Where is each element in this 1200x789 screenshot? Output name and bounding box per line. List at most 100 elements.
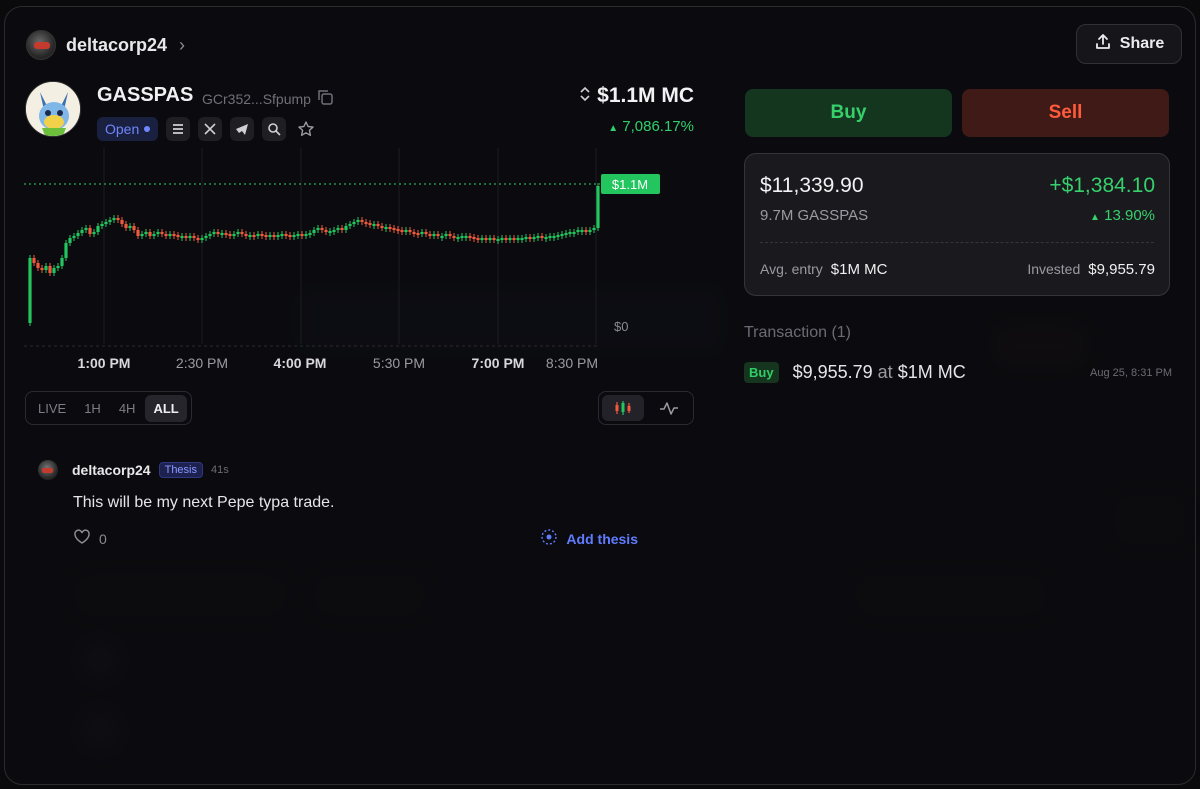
candle bbox=[304, 234, 308, 236]
candle bbox=[168, 234, 172, 236]
comment-text: This will be my next Pepe typa trade. bbox=[73, 494, 335, 511]
candle bbox=[136, 230, 140, 236]
comment-time: 41s bbox=[211, 464, 229, 476]
buy-button[interactable]: Buy bbox=[745, 89, 952, 137]
candle bbox=[512, 238, 516, 240]
comment-username[interactable]: deltacorp24 bbox=[72, 462, 151, 478]
candle bbox=[308, 233, 312, 235]
candle bbox=[408, 230, 412, 232]
candle bbox=[300, 234, 304, 236]
candle bbox=[180, 236, 184, 238]
candle bbox=[280, 234, 284, 236]
candle bbox=[292, 235, 296, 237]
candle bbox=[508, 238, 512, 240]
thesis-badge: Thesis bbox=[158, 462, 203, 478]
range-selector: LIVE 1H 4H ALL bbox=[25, 391, 192, 425]
candle bbox=[296, 234, 300, 236]
invested-label: Invested bbox=[1027, 261, 1081, 277]
candle bbox=[588, 230, 592, 232]
transaction-mc: $1M MC bbox=[897, 362, 966, 382]
candlestick-chart-button[interactable] bbox=[602, 395, 644, 421]
candle bbox=[252, 235, 256, 237]
invested-value: $9,955.79 bbox=[1088, 261, 1155, 278]
avg-entry: Avg. entry $1M MC bbox=[760, 261, 887, 278]
price-chart[interactable]: $1.1M $0 1:00 PM 2:30 PM 4:00 PM 5:30 PM 7:0… bbox=[24, 148, 696, 384]
token-address[interactable]: GCr352...Sfpump bbox=[202, 88, 334, 109]
sell-button[interactable]: Sell bbox=[962, 89, 1169, 137]
x-tick-label: 5:30 PM bbox=[373, 355, 425, 371]
candle bbox=[176, 235, 180, 237]
range-tab-live[interactable]: LIVE bbox=[30, 395, 74, 422]
candle bbox=[460, 236, 464, 238]
candle bbox=[44, 266, 48, 270]
candle bbox=[548, 236, 552, 238]
candle bbox=[324, 230, 328, 232]
add-thesis-icon bbox=[540, 528, 558, 549]
candle bbox=[368, 223, 372, 225]
range-tab-4h[interactable]: 4H bbox=[111, 395, 144, 422]
candle bbox=[160, 232, 164, 234]
zero-label: $0 bbox=[614, 319, 628, 334]
candle bbox=[536, 236, 540, 238]
candle bbox=[516, 238, 520, 240]
candle bbox=[352, 222, 356, 224]
candle bbox=[464, 236, 468, 238]
candle bbox=[52, 268, 56, 273]
avatar bbox=[26, 30, 56, 60]
line-chart-button[interactable] bbox=[648, 395, 690, 421]
candle bbox=[372, 224, 376, 226]
transaction-summary: $9,955.79 at $1M MC bbox=[793, 362, 966, 383]
price-tag: $1.1M bbox=[612, 177, 648, 192]
website-icon[interactable] bbox=[166, 117, 191, 141]
candle bbox=[228, 234, 232, 236]
candle bbox=[336, 228, 340, 230]
candle bbox=[360, 220, 364, 222]
candle bbox=[260, 234, 264, 236]
x-tick-label: 2:30 PM bbox=[176, 355, 228, 371]
comment-header: deltacorp24 Thesis 41s bbox=[38, 460, 658, 480]
candle bbox=[552, 236, 556, 238]
candle bbox=[248, 235, 252, 237]
position-pnl-percent-value: 13.90% bbox=[1104, 207, 1155, 224]
candle bbox=[472, 237, 476, 239]
like-count: 0 bbox=[99, 530, 107, 547]
profile-link[interactable]: deltacorp24 › bbox=[26, 30, 185, 60]
candle bbox=[80, 230, 84, 233]
position-value: $11,339.90 bbox=[760, 174, 864, 197]
status-badge: Open bbox=[97, 117, 159, 141]
status-label: Open bbox=[105, 121, 140, 137]
candle bbox=[288, 235, 292, 237]
range-tab-1h[interactable]: 1H bbox=[76, 395, 109, 422]
candle bbox=[328, 231, 332, 233]
candle bbox=[72, 236, 76, 238]
candle bbox=[92, 232, 96, 234]
candle bbox=[576, 230, 580, 232]
range-tab-all[interactable]: ALL bbox=[145, 394, 187, 422]
star-icon[interactable] bbox=[294, 117, 318, 141]
candle bbox=[212, 232, 216, 234]
candle bbox=[556, 235, 560, 237]
candle bbox=[376, 224, 380, 226]
candle bbox=[500, 238, 504, 240]
candle bbox=[356, 220, 360, 222]
search-icon[interactable] bbox=[262, 117, 287, 141]
add-thesis-button[interactable]: Add thesis bbox=[540, 528, 638, 549]
header-username: deltacorp24 bbox=[66, 34, 168, 55]
candle bbox=[332, 230, 336, 232]
candle bbox=[36, 263, 40, 268]
x-twitter-icon[interactable] bbox=[198, 117, 223, 141]
candle bbox=[68, 238, 72, 243]
candle bbox=[96, 226, 100, 232]
candle bbox=[272, 235, 276, 237]
candle bbox=[412, 232, 416, 234]
share-button[interactable]: Share bbox=[1076, 24, 1182, 64]
telegram-icon[interactable] bbox=[230, 117, 255, 141]
transaction-row[interactable]: Buy $9,955.79 at $1M MC Aug 25, 8:31 PM bbox=[744, 362, 1172, 383]
candle bbox=[432, 234, 436, 236]
candle bbox=[572, 232, 576, 234]
copy-icon[interactable] bbox=[316, 88, 334, 109]
position-pnl-percent: ▲ 13.90% bbox=[1090, 207, 1155, 224]
transaction-at: at bbox=[877, 362, 893, 382]
market-cap[interactable]: $1.1M MC bbox=[579, 84, 694, 108]
like-button[interactable]: 0 bbox=[73, 529, 107, 548]
